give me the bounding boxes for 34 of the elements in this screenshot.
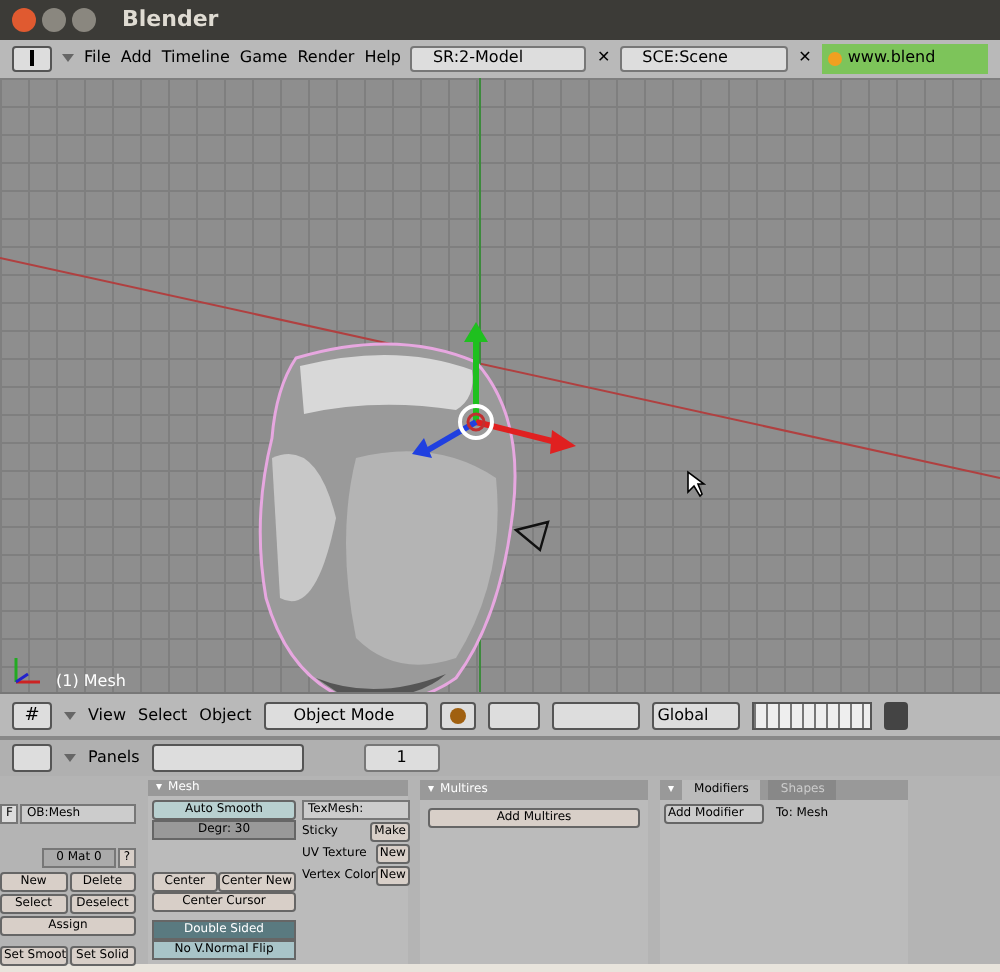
menu-item[interactable]: Object <box>199 703 252 728</box>
layer-buttons[interactable] <box>751 701 872 730</box>
caret-icon[interactable] <box>64 754 76 763</box>
lock-icon[interactable] <box>883 701 908 730</box>
menu-item[interactable]: Render <box>297 46 355 71</box>
minimize-icon[interactable] <box>42 7 66 32</box>
panels-icon[interactable] <box>12 744 52 773</box>
screen-field[interactable]: SR:2-Model <box>410 45 587 72</box>
scene-field[interactable]: SCE:Scene <box>620 45 789 72</box>
caret-icon[interactable] <box>64 711 76 720</box>
menu-item[interactable]: Add <box>120 46 152 71</box>
close-button[interactable]: ✕ <box>596 46 611 71</box>
menu-item[interactable]: Select <box>137 703 188 728</box>
url-text: www.blend <box>847 46 936 71</box>
object-label: (1) Mesh <box>56 669 126 693</box>
menu-item[interactable]: Help <box>364 46 401 71</box>
frame-field[interactable]: 1 <box>363 744 440 773</box>
caret-icon[interactable] <box>62 54 74 63</box>
maximize-icon[interactable] <box>72 7 96 32</box>
cursor-icon <box>686 469 706 498</box>
menu-item[interactable]: View <box>88 703 126 728</box>
info-icon[interactable] <box>12 45 52 72</box>
camera-icon <box>512 517 552 554</box>
editor-type-button[interactable]: # <box>12 701 52 730</box>
menu-item[interactable]: Timeline <box>161 46 230 71</box>
orientation-dropdown[interactable]: Global <box>651 701 740 730</box>
window-title: Blender <box>122 3 219 36</box>
shading-icon[interactable] <box>439 701 476 730</box>
close-button[interactable]: ✕ <box>798 46 812 71</box>
menu-item[interactable]: File <box>84 46 111 71</box>
menu-item[interactable]: Game <box>239 46 288 71</box>
mode-dropdown[interactable]: Object Mode <box>263 701 428 730</box>
panels-label: Panels <box>88 746 140 771</box>
close-icon[interactable] <box>12 7 36 32</box>
